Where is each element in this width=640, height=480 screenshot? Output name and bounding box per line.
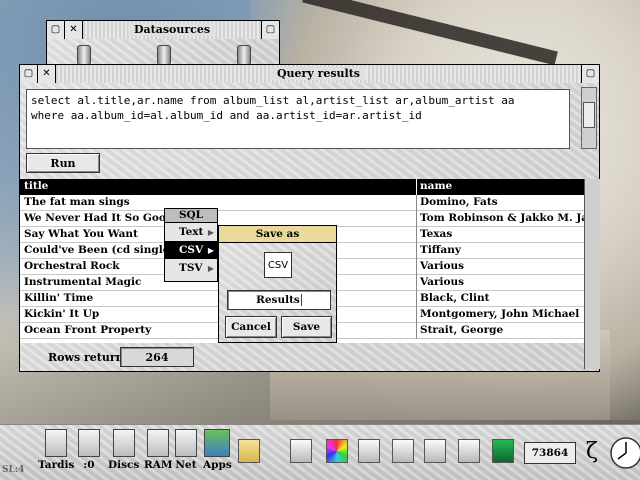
cell-name: Montgomery, John Michael xyxy=(420,308,580,320)
iconbar-item-tardis[interactable]: Tardis xyxy=(38,429,74,471)
cell-name: Tiffany xyxy=(420,244,461,256)
clock-icon[interactable] xyxy=(608,429,640,475)
cell-name: Various xyxy=(420,276,465,288)
column-header-name[interactable]: name xyxy=(420,180,452,192)
submenu-arrow-icon: ▶ xyxy=(207,227,214,237)
toggle-size-icon[interactable]: ▢ xyxy=(261,20,279,39)
results-scrollbar[interactable] xyxy=(584,179,600,369)
font-icon[interactable] xyxy=(358,439,380,463)
iconbar-item-discs[interactable]: Discs xyxy=(108,429,139,471)
zeta-icon[interactable]: ζ xyxy=(586,439,598,464)
cell-title: Killin' Time xyxy=(24,292,94,304)
cell-title: The fat man sings xyxy=(24,196,130,208)
window-title[interactable]: Datasources xyxy=(83,20,261,39)
menu-item-label: Text xyxy=(179,226,204,238)
query-results-titlebar[interactable]: ▢ ✕ Query results ▢ xyxy=(20,64,599,83)
sql-scrollbar[interactable] xyxy=(581,87,597,149)
discs-icon xyxy=(112,429,135,457)
iconbar-item-display[interactable]: :0 xyxy=(78,429,100,471)
datasources-title-text: Datasources xyxy=(127,23,217,36)
cell-title: Ocean Front Property xyxy=(24,324,152,336)
save-as-title: Save as xyxy=(219,226,336,243)
iconbar: SL:4 Tardis :0 Discs RAM Net Apps 73864 … xyxy=(0,424,640,480)
task-manager-icon[interactable] xyxy=(238,439,260,463)
menu-item-label: CSV xyxy=(179,244,204,256)
iconbar-scroll-label: SL:4 xyxy=(2,465,25,475)
cell-name: Black, Clint xyxy=(420,292,490,304)
text-caret xyxy=(300,294,302,306)
save-as-dialog[interactable]: Save as CSV Results Cancel Save xyxy=(218,225,337,343)
cell-name: Strait, George xyxy=(420,324,504,336)
cell-title: Kickin' It Up xyxy=(24,308,100,320)
iconbar-item-net[interactable]: Net xyxy=(175,429,197,471)
back-icon[interactable]: ▢ xyxy=(47,20,65,39)
iconbar-label: Apps xyxy=(203,459,232,471)
cell-title: Could've Been (cd single) xyxy=(24,244,175,256)
cell-title: We Never Had It So Good xyxy=(24,212,174,224)
printer-icon[interactable] xyxy=(392,439,414,463)
sql-query-input[interactable]: select al.title,ar.name from album_list … xyxy=(26,89,570,149)
database-icon[interactable] xyxy=(237,45,251,65)
palette-icon[interactable] xyxy=(326,439,348,463)
column-header-title[interactable]: title xyxy=(24,180,48,192)
sql-line-2: where aa.album_id=al.album_id and aa.art… xyxy=(31,109,422,122)
submenu-arrow-icon: ▶ xyxy=(207,245,214,255)
ram-icon xyxy=(147,429,170,457)
table-row[interactable]: The fat man sings Domino, Fats xyxy=(20,195,586,211)
menu-item-label: TSV xyxy=(179,262,203,274)
close-icon[interactable]: ✕ xyxy=(38,64,56,83)
iconbar-label: Tardis xyxy=(38,459,75,471)
sql-line-1: select al.title,ar.name from album_list … xyxy=(31,94,515,107)
database-icon[interactable] xyxy=(77,45,91,65)
cell-name: Texas xyxy=(420,228,453,240)
menu-title: SQL xyxy=(165,209,217,223)
database-icon[interactable] xyxy=(157,45,171,65)
cancel-button[interactable]: Cancel xyxy=(225,316,277,338)
export-menu[interactable]: SQL Text ▶ CSV ▶ TSV ▶ xyxy=(164,208,218,282)
submenu-arrow-icon: ▶ xyxy=(207,263,214,273)
display-icon xyxy=(78,429,100,457)
datasources-titlebar[interactable]: ▢ ✕ Datasources ▢ xyxy=(47,20,279,39)
window-title[interactable]: Query results xyxy=(56,64,581,83)
help-icon[interactable] xyxy=(290,439,312,463)
run-button[interactable]: Run xyxy=(26,153,100,173)
table-header-row: title name xyxy=(20,179,586,195)
filename-input[interactable]: Results xyxy=(227,290,331,310)
iconbar-label: Discs xyxy=(108,459,140,471)
cell-title: Instrumental Magic xyxy=(24,276,142,288)
memory-counter[interactable]: 73864 xyxy=(524,442,576,464)
cell-title: Say What You Want xyxy=(24,228,138,240)
iconbar-label: Net xyxy=(175,459,197,471)
cell-title: Orchestral Rock xyxy=(24,260,120,272)
filename-text: Results xyxy=(256,294,300,306)
network-icon xyxy=(175,429,197,457)
menu-item-tsv[interactable]: TSV ▶ xyxy=(165,259,217,277)
iconbar-item-apps[interactable]: Apps xyxy=(203,429,232,471)
edit-icon[interactable] xyxy=(458,439,480,463)
back-icon[interactable]: ▢ xyxy=(20,64,38,83)
iconbar-item-ram[interactable]: RAM xyxy=(144,429,173,471)
draw-icon[interactable] xyxy=(424,439,446,463)
cell-name: Domino, Fats xyxy=(420,196,498,208)
scrollbar-thumb[interactable] xyxy=(583,102,595,128)
toggle-size-icon[interactable]: ▢ xyxy=(581,64,599,83)
rows-returned-value: 264 xyxy=(120,347,194,367)
iconbar-label: :0 xyxy=(83,459,95,471)
terminal-icon[interactable] xyxy=(492,439,514,463)
query-results-title-text: Query results xyxy=(270,67,367,80)
cell-name: Various xyxy=(420,260,465,272)
save-button[interactable]: Save xyxy=(281,316,332,338)
csv-file-icon[interactable]: CSV xyxy=(264,252,292,278)
menu-item-csv[interactable]: CSV ▶ xyxy=(165,241,217,259)
menu-item-text[interactable]: Text ▶ xyxy=(165,223,217,241)
apps-icon xyxy=(204,429,231,457)
tardis-icon xyxy=(45,429,68,457)
iconbar-label: RAM xyxy=(144,459,173,471)
datasources-window[interactable]: ▢ ✕ Datasources ▢ xyxy=(46,20,280,68)
cell-name: Tom Robinson & Jakko M. Jakszyk xyxy=(420,212,586,224)
close-icon[interactable]: ✕ xyxy=(65,20,83,39)
